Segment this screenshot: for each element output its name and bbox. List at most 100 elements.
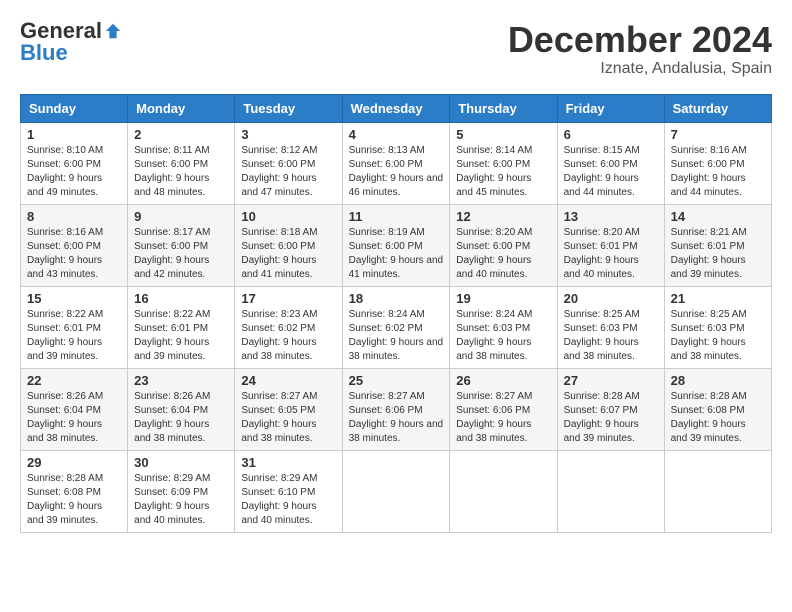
calendar-cell: 23 Sunrise: 8:26 AM Sunset: 6:04 PM Dayl… bbox=[128, 368, 235, 450]
calendar-cell: 14 Sunrise: 8:21 AM Sunset: 6:01 PM Dayl… bbox=[664, 204, 771, 286]
calendar-cell bbox=[450, 450, 557, 532]
calendar-cell: 20 Sunrise: 8:25 AM Sunset: 6:03 PM Dayl… bbox=[557, 286, 664, 368]
day-number: 30 bbox=[134, 455, 228, 470]
cell-content: Sunrise: 8:27 AM Sunset: 6:06 PM Dayligh… bbox=[456, 390, 550, 446]
cell-content: Sunrise: 8:21 AM Sunset: 6:01 PM Dayligh… bbox=[671, 226, 765, 282]
calendar-cell: 15 Sunrise: 8:22 AM Sunset: 6:01 PM Dayl… bbox=[21, 286, 128, 368]
day-number: 7 bbox=[671, 127, 765, 142]
day-number: 2 bbox=[134, 127, 228, 142]
cell-content: Sunrise: 8:13 AM Sunset: 6:00 PM Dayligh… bbox=[349, 144, 444, 200]
day-number: 28 bbox=[671, 373, 765, 388]
calendar-cell: 10 Sunrise: 8:18 AM Sunset: 6:00 PM Dayl… bbox=[235, 204, 342, 286]
day-number: 26 bbox=[456, 373, 550, 388]
cell-content: Sunrise: 8:16 AM Sunset: 6:00 PM Dayligh… bbox=[671, 144, 765, 200]
cell-content: Sunrise: 8:26 AM Sunset: 6:04 PM Dayligh… bbox=[27, 390, 121, 446]
cell-content: Sunrise: 8:28 AM Sunset: 6:07 PM Dayligh… bbox=[564, 390, 658, 446]
calendar-cell bbox=[664, 450, 771, 532]
cell-content: Sunrise: 8:28 AM Sunset: 6:08 PM Dayligh… bbox=[27, 472, 121, 528]
calendar-cell: 5 Sunrise: 8:14 AM Sunset: 6:00 PM Dayli… bbox=[450, 122, 557, 204]
calendar-cell: 19 Sunrise: 8:24 AM Sunset: 6:03 PM Dayl… bbox=[450, 286, 557, 368]
calendar-header-saturday: Saturday bbox=[664, 94, 771, 122]
calendar-cell: 24 Sunrise: 8:27 AM Sunset: 6:05 PM Dayl… bbox=[235, 368, 342, 450]
calendar-header-sunday: Sunday bbox=[21, 94, 128, 122]
day-number: 12 bbox=[456, 209, 550, 224]
day-number: 18 bbox=[349, 291, 444, 306]
day-number: 1 bbox=[27, 127, 121, 142]
calendar-header-monday: Monday bbox=[128, 94, 235, 122]
cell-content: Sunrise: 8:28 AM Sunset: 6:08 PM Dayligh… bbox=[671, 390, 765, 446]
calendar-cell: 13 Sunrise: 8:20 AM Sunset: 6:01 PM Dayl… bbox=[557, 204, 664, 286]
cell-content: Sunrise: 8:10 AM Sunset: 6:00 PM Dayligh… bbox=[27, 144, 121, 200]
month-title: December 2024 bbox=[508, 20, 772, 60]
logo-icon bbox=[104, 22, 122, 40]
cell-content: Sunrise: 8:18 AM Sunset: 6:00 PM Dayligh… bbox=[241, 226, 335, 282]
cell-content: Sunrise: 8:27 AM Sunset: 6:06 PM Dayligh… bbox=[349, 390, 444, 446]
calendar-cell: 4 Sunrise: 8:13 AM Sunset: 6:00 PM Dayli… bbox=[342, 122, 450, 204]
calendar-table: SundayMondayTuesdayWednesdayThursdayFrid… bbox=[20, 94, 772, 533]
day-number: 10 bbox=[241, 209, 335, 224]
cell-content: Sunrise: 8:20 AM Sunset: 6:01 PM Dayligh… bbox=[564, 226, 658, 282]
cell-content: Sunrise: 8:16 AM Sunset: 6:00 PM Dayligh… bbox=[27, 226, 121, 282]
calendar-week-5: 29 Sunrise: 8:28 AM Sunset: 6:08 PM Dayl… bbox=[21, 450, 772, 532]
calendar-header-thursday: Thursday bbox=[450, 94, 557, 122]
cell-content: Sunrise: 8:26 AM Sunset: 6:04 PM Dayligh… bbox=[134, 390, 228, 446]
logo-general: General bbox=[20, 20, 102, 42]
calendar-cell: 16 Sunrise: 8:22 AM Sunset: 6:01 PM Dayl… bbox=[128, 286, 235, 368]
day-number: 25 bbox=[349, 373, 444, 388]
cell-content: Sunrise: 8:20 AM Sunset: 6:00 PM Dayligh… bbox=[456, 226, 550, 282]
calendar-cell: 2 Sunrise: 8:11 AM Sunset: 6:00 PM Dayli… bbox=[128, 122, 235, 204]
cell-content: Sunrise: 8:12 AM Sunset: 6:00 PM Dayligh… bbox=[241, 144, 335, 200]
day-number: 16 bbox=[134, 291, 228, 306]
cell-content: Sunrise: 8:24 AM Sunset: 6:03 PM Dayligh… bbox=[456, 308, 550, 364]
calendar-cell: 26 Sunrise: 8:27 AM Sunset: 6:06 PM Dayl… bbox=[450, 368, 557, 450]
cell-content: Sunrise: 8:23 AM Sunset: 6:02 PM Dayligh… bbox=[241, 308, 335, 364]
calendar-cell: 12 Sunrise: 8:20 AM Sunset: 6:00 PM Dayl… bbox=[450, 204, 557, 286]
day-number: 29 bbox=[27, 455, 121, 470]
day-number: 17 bbox=[241, 291, 335, 306]
calendar-week-2: 8 Sunrise: 8:16 AM Sunset: 6:00 PM Dayli… bbox=[21, 204, 772, 286]
day-number: 19 bbox=[456, 291, 550, 306]
calendar-cell: 11 Sunrise: 8:19 AM Sunset: 6:00 PM Dayl… bbox=[342, 204, 450, 286]
calendar-header-wednesday: Wednesday bbox=[342, 94, 450, 122]
logo-blue: Blue bbox=[20, 42, 68, 64]
day-number: 5 bbox=[456, 127, 550, 142]
cell-content: Sunrise: 8:17 AM Sunset: 6:00 PM Dayligh… bbox=[134, 226, 228, 282]
calendar-cell bbox=[557, 450, 664, 532]
location-subtitle: Iznate, Andalusia, Spain bbox=[508, 60, 772, 78]
calendar-cell: 29 Sunrise: 8:28 AM Sunset: 6:08 PM Dayl… bbox=[21, 450, 128, 532]
cell-content: Sunrise: 8:27 AM Sunset: 6:05 PM Dayligh… bbox=[241, 390, 335, 446]
day-number: 31 bbox=[241, 455, 335, 470]
cell-content: Sunrise: 8:29 AM Sunset: 6:09 PM Dayligh… bbox=[134, 472, 228, 528]
calendar-cell: 22 Sunrise: 8:26 AM Sunset: 6:04 PM Dayl… bbox=[21, 368, 128, 450]
day-number: 22 bbox=[27, 373, 121, 388]
day-number: 14 bbox=[671, 209, 765, 224]
day-number: 6 bbox=[564, 127, 658, 142]
cell-content: Sunrise: 8:25 AM Sunset: 6:03 PM Dayligh… bbox=[671, 308, 765, 364]
cell-content: Sunrise: 8:11 AM Sunset: 6:00 PM Dayligh… bbox=[134, 144, 228, 200]
cell-content: Sunrise: 8:29 AM Sunset: 6:10 PM Dayligh… bbox=[241, 472, 335, 528]
calendar-cell: 1 Sunrise: 8:10 AM Sunset: 6:00 PM Dayli… bbox=[21, 122, 128, 204]
cell-content: Sunrise: 8:14 AM Sunset: 6:00 PM Dayligh… bbox=[456, 144, 550, 200]
cell-content: Sunrise: 8:22 AM Sunset: 6:01 PM Dayligh… bbox=[27, 308, 121, 364]
calendar-header-tuesday: Tuesday bbox=[235, 94, 342, 122]
calendar-header-friday: Friday bbox=[557, 94, 664, 122]
cell-content: Sunrise: 8:25 AM Sunset: 6:03 PM Dayligh… bbox=[564, 308, 658, 364]
calendar-week-1: 1 Sunrise: 8:10 AM Sunset: 6:00 PM Dayli… bbox=[21, 122, 772, 204]
day-number: 15 bbox=[27, 291, 121, 306]
day-number: 13 bbox=[564, 209, 658, 224]
page-header: General Blue December 2024 Iznate, Andal… bbox=[20, 20, 772, 78]
calendar-cell: 3 Sunrise: 8:12 AM Sunset: 6:00 PM Dayli… bbox=[235, 122, 342, 204]
calendar-cell: 8 Sunrise: 8:16 AM Sunset: 6:00 PM Dayli… bbox=[21, 204, 128, 286]
day-number: 11 bbox=[349, 209, 444, 224]
calendar-cell: 6 Sunrise: 8:15 AM Sunset: 6:00 PM Dayli… bbox=[557, 122, 664, 204]
calendar-cell bbox=[342, 450, 450, 532]
day-number: 4 bbox=[349, 127, 444, 142]
calendar-cell: 27 Sunrise: 8:28 AM Sunset: 6:07 PM Dayl… bbox=[557, 368, 664, 450]
calendar-week-4: 22 Sunrise: 8:26 AM Sunset: 6:04 PM Dayl… bbox=[21, 368, 772, 450]
calendar-cell: 7 Sunrise: 8:16 AM Sunset: 6:00 PM Dayli… bbox=[664, 122, 771, 204]
cell-content: Sunrise: 8:15 AM Sunset: 6:00 PM Dayligh… bbox=[564, 144, 658, 200]
cell-content: Sunrise: 8:19 AM Sunset: 6:00 PM Dayligh… bbox=[349, 226, 444, 282]
calendar-cell: 25 Sunrise: 8:27 AM Sunset: 6:06 PM Dayl… bbox=[342, 368, 450, 450]
day-number: 21 bbox=[671, 291, 765, 306]
cell-content: Sunrise: 8:22 AM Sunset: 6:01 PM Dayligh… bbox=[134, 308, 228, 364]
